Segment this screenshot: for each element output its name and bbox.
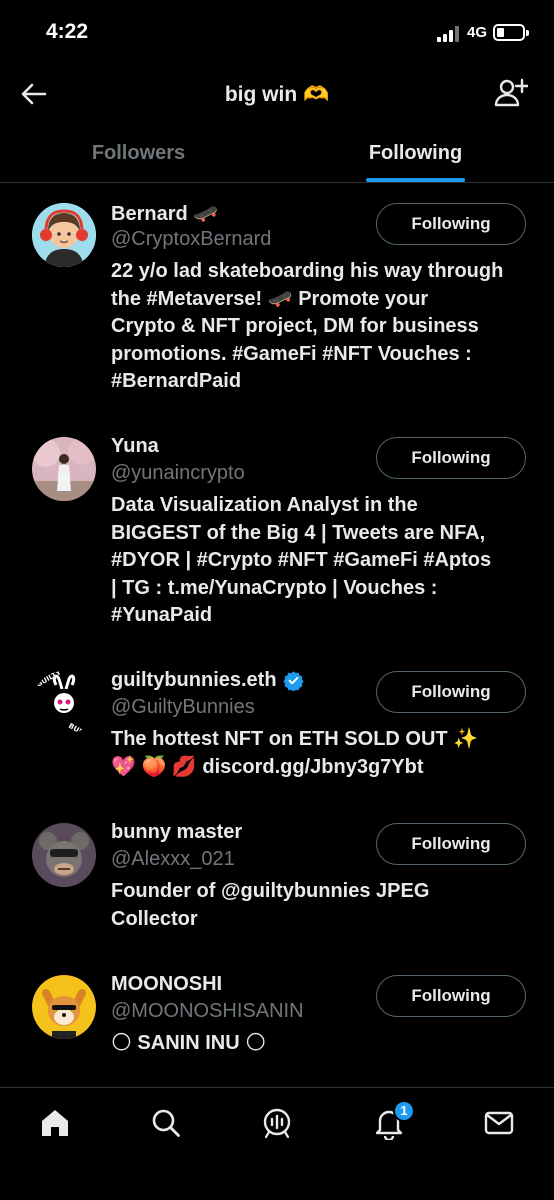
user-name[interactable]: MOONOSHI: [111, 973, 222, 996]
user-name-text: Yuna: [111, 435, 159, 457]
bio-line: #DYOR | #Crypto #NFT #GameFi #Aptos: [111, 549, 492, 571]
bio-line: Crypto & NFT project, DM for business: [111, 315, 479, 337]
user-name[interactable]: Bernard 🛹: [111, 201, 218, 226]
bottom-nav: 1: [0, 1087, 554, 1200]
bio-line: Founder of @guiltybunnies JPEG: [111, 880, 430, 902]
bio-line: promotions. #GameFi #NFT Vouches :: [111, 342, 472, 365]
user-name-text: guiltybunnies.eth: [111, 669, 277, 691]
search-icon[interactable]: [149, 1106, 183, 1140]
following-button[interactable]: Following: [376, 671, 526, 713]
user-bio: 🌕 SANIN INU 🌕: [111, 1030, 531, 1058]
bio-line: | TG : t.me/YunaCrypto | Vouches :: [111, 576, 438, 599]
following-button[interactable]: Following: [376, 975, 526, 1017]
user-name-text: Bernard 🛹: [111, 203, 219, 225]
tab-bar: Followers Following: [0, 122, 554, 183]
network-type: 4G: [467, 24, 488, 41]
user-name-text: bunny master: [111, 821, 243, 843]
user-bio: Founder of @guiltybunnies JPEG Collector: [111, 878, 531, 933]
active-tab-indicator: [366, 178, 465, 182]
tab-followers[interactable]: Followers: [0, 122, 277, 182]
tab-following[interactable]: Following: [277, 122, 554, 182]
user-bio: 22 y/o lad skateboarding his way through…: [111, 258, 531, 396]
user-name-text: MOONOSHI: [111, 973, 223, 995]
user-handle: @yunaincrypto: [111, 462, 245, 484]
bio-line: 🌕 SANIN INU 🌕: [111, 1032, 267, 1054]
user-handle: @Alexxx_021: [111, 848, 235, 870]
following-button[interactable]: Following: [376, 437, 526, 479]
user-handle: @GuiltyBunnies: [111, 696, 255, 718]
user-bio: The hottest NFT on ETH SOLD OUT ✨ 💖 🍑 💋 …: [111, 726, 531, 781]
avatar[interactable]: [32, 203, 96, 267]
messages-icon[interactable]: [482, 1106, 516, 1140]
bio-line: 💖 🍑 💋 discord.gg/Jbny3g7Ybt: [111, 755, 424, 778]
bio-line: The hottest NFT on ETH SOLD OUT ✨: [111, 728, 479, 750]
bio-line: #BernardPaid: [111, 370, 242, 392]
page-title: big win 🫶: [224, 83, 330, 106]
bio-line: 22 y/o lad skateboarding his way through: [111, 260, 504, 282]
bio-line: #YunaPaid: [111, 604, 213, 626]
avatar[interactable]: [32, 823, 96, 887]
user-name[interactable]: guiltybunnies.eth: [111, 669, 304, 692]
bio-line: Collector: [111, 907, 198, 930]
user-name[interactable]: Yuna: [111, 435, 159, 458]
battery-icon: [493, 24, 529, 41]
bio-line: BIGGEST of the Big 4 | Tweets are NFA,: [111, 521, 486, 544]
following-button[interactable]: Following: [376, 203, 526, 245]
home-icon[interactable]: [38, 1106, 72, 1140]
spaces-icon[interactable]: [260, 1106, 294, 1140]
header: big win 🫶: [0, 66, 554, 122]
add-user-icon[interactable]: [494, 78, 530, 108]
user-handle: @CryptoxBernard: [111, 228, 272, 250]
user-name[interactable]: bunny master: [111, 821, 242, 844]
verified-badge-icon: [282, 671, 304, 691]
avatar[interactable]: GUILTY BUNNIES: [32, 671, 96, 735]
status-time: 4:22: [46, 20, 89, 43]
avatar[interactable]: [32, 437, 96, 501]
status-bar: 4:22 4G: [0, 0, 554, 66]
avatar[interactable]: [32, 975, 96, 1039]
signal-icon: [437, 26, 461, 42]
following-button[interactable]: Following: [376, 823, 526, 865]
bio-line: the #Metaverse! 🛹 Promote your: [111, 287, 429, 310]
user-bio: Data Visualization Analyst in the BIGGES…: [111, 492, 531, 630]
bio-line: Data Visualization Analyst in the: [111, 494, 418, 516]
user-handle: @MOONOSHISANIN: [111, 1000, 304, 1022]
notification-badge: 1: [393, 1100, 415, 1122]
